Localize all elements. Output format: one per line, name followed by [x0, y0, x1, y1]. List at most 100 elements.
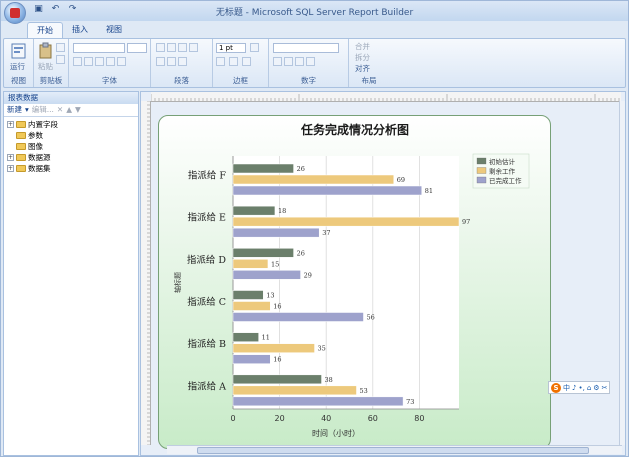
run-icon[interactable]	[11, 42, 27, 60]
group-layout: 合并 拆分 对齐 布局	[349, 39, 389, 87]
design-surface[interactable]: 0 20 40 60 80 26 69 81 指派给 F 18 97 37 指派给 E 26 15 29 指派给…	[140, 91, 626, 456]
font-size-select[interactable]	[127, 43, 147, 53]
expand-icon[interactable]: +	[7, 165, 14, 172]
scroll-thumb[interactable]	[197, 447, 589, 454]
ime-tools-icon[interactable]: ✂	[602, 384, 608, 392]
font-color-icon[interactable]	[106, 57, 115, 66]
align-bottom-icon[interactable]	[178, 57, 187, 66]
align-top-icon[interactable]	[156, 57, 165, 66]
align-button[interactable]: 对齐	[355, 63, 370, 74]
legend-swatch	[476, 167, 487, 174]
group-view: 运行 视图	[4, 39, 34, 87]
cut-icon[interactable]	[56, 43, 65, 52]
bar	[232, 205, 276, 216]
number-format-select[interactable]	[273, 43, 339, 53]
bar	[232, 396, 404, 407]
tab-insert[interactable]: 插入	[63, 22, 97, 38]
ime-keyboard-icon[interactable]: ⌂	[587, 384, 591, 392]
folder-icon	[16, 121, 26, 128]
data-label: 35	[318, 345, 326, 353]
group-paragraph-label: 段落	[174, 76, 189, 85]
border-all-icon[interactable]	[229, 57, 238, 66]
report-data-pane: 报表数据 新建 ▾ 编辑... ✕ ▲ ▼ + 内置字段 参数 图像 + 数据源 +…	[3, 91, 139, 456]
bar	[232, 270, 301, 280]
ime-moon-icon[interactable]: ♪	[572, 384, 576, 392]
align-middle-icon[interactable]	[167, 57, 176, 66]
folder-icon	[16, 132, 26, 139]
data-label: 73	[406, 398, 414, 406]
data-label: 38	[325, 376, 333, 384]
run-label[interactable]: 运行	[10, 61, 25, 72]
tree-item-builtin-fields[interactable]: + 内置字段	[7, 119, 138, 130]
tree-item-datasets[interactable]: + 数据集	[7, 163, 138, 174]
delete-icon[interactable]: ✕	[57, 104, 63, 116]
highlight-icon[interactable]	[117, 57, 126, 66]
ribbon-tabs: 开始 插入 视图	[27, 22, 131, 39]
bar	[232, 301, 271, 311]
bar	[232, 385, 357, 396]
pane-title: 报表数据	[4, 92, 138, 104]
x-tick-label: 0	[230, 414, 235, 423]
bar	[232, 185, 422, 196]
folder-icon	[16, 154, 26, 161]
horizontal-scrollbar[interactable]	[167, 445, 622, 454]
justify-icon[interactable]	[189, 43, 198, 52]
legend-label: 剩余工作	[489, 167, 516, 176]
align-left-icon[interactable]	[156, 43, 165, 52]
move-up-icon[interactable]: ▲	[66, 104, 72, 116]
ime-settings-icon[interactable]: ⚙	[593, 384, 599, 392]
border-style-icon[interactable]	[216, 57, 225, 66]
ime-punct-icon[interactable]: •,	[578, 384, 584, 392]
font-family-select[interactable]	[73, 43, 125, 53]
category-label: 指派给 D	[187, 254, 227, 266]
merge-button[interactable]: 合并	[355, 41, 370, 52]
x-tick-label: 60	[368, 414, 378, 423]
split-button[interactable]: 拆分	[355, 52, 370, 63]
align-right-icon[interactable]	[178, 43, 187, 52]
expand-icon[interactable]: +	[7, 154, 14, 161]
move-down-icon[interactable]: ▼	[75, 104, 81, 116]
chart-panel[interactable]: 0 20 40 60 80 26 69 81 指派给 F 18 97 37 指派给 E 26 15 29 指派给…	[158, 115, 551, 449]
tree-item-parameters[interactable]: 参数	[7, 130, 138, 141]
vertical-scrollbar[interactable]	[619, 101, 625, 445]
group-clipboard: 粘贴 剪贴板	[34, 39, 69, 87]
bar	[232, 227, 320, 238]
title-bar: ▣ ↶ ↷ 无标题 - Microsoft SQL Server Report …	[1, 1, 628, 24]
category-label: 指派给 A	[188, 380, 227, 392]
paste-icon[interactable]	[38, 42, 54, 60]
border-none-icon[interactable]	[242, 57, 251, 66]
underline-icon[interactable]	[95, 57, 104, 66]
currency-icon[interactable]	[273, 57, 282, 66]
expand-icon[interactable]: +	[7, 121, 14, 128]
percent-icon[interactable]	[284, 57, 293, 66]
bar	[232, 354, 271, 364]
data-label: 13	[266, 292, 274, 300]
paste-label[interactable]: 粘贴	[38, 61, 53, 72]
ime-toolbar[interactable]: S 中 ♪ •, ⌂ ⚙ ✂	[548, 381, 611, 394]
comma-icon[interactable]	[295, 57, 304, 66]
data-label: 18	[278, 207, 286, 215]
tree-item-images[interactable]: 图像	[7, 141, 138, 152]
bar	[232, 332, 259, 342]
decimal-icon[interactable]	[306, 57, 315, 66]
bar	[232, 374, 322, 385]
tree-item-data-sources[interactable]: + 数据源	[7, 152, 138, 163]
tab-home[interactable]: 开始	[27, 22, 63, 39]
legend-swatch	[476, 176, 487, 184]
align-center-icon[interactable]	[167, 43, 176, 52]
new-dropdown-icon[interactable]: ▾	[25, 104, 29, 116]
data-label: 37	[322, 229, 330, 237]
data-label: 97	[462, 218, 470, 226]
new-button[interactable]: 新建	[7, 104, 22, 116]
bar	[232, 259, 269, 269]
group-number-label: 数字	[301, 76, 316, 85]
border-width-select[interactable]: 1 pt	[216, 43, 246, 53]
chart-title: 任务完成情况分析图	[300, 122, 409, 137]
border-color-icon[interactable]	[250, 43, 259, 52]
edit-button[interactable]: 编辑...	[32, 104, 54, 116]
copy-icon[interactable]	[56, 55, 65, 64]
ime-mode-chinese[interactable]: 中	[563, 383, 570, 393]
italic-icon[interactable]	[84, 57, 93, 66]
bold-icon[interactable]	[73, 57, 82, 66]
tab-view[interactable]: 视图	[97, 22, 131, 38]
